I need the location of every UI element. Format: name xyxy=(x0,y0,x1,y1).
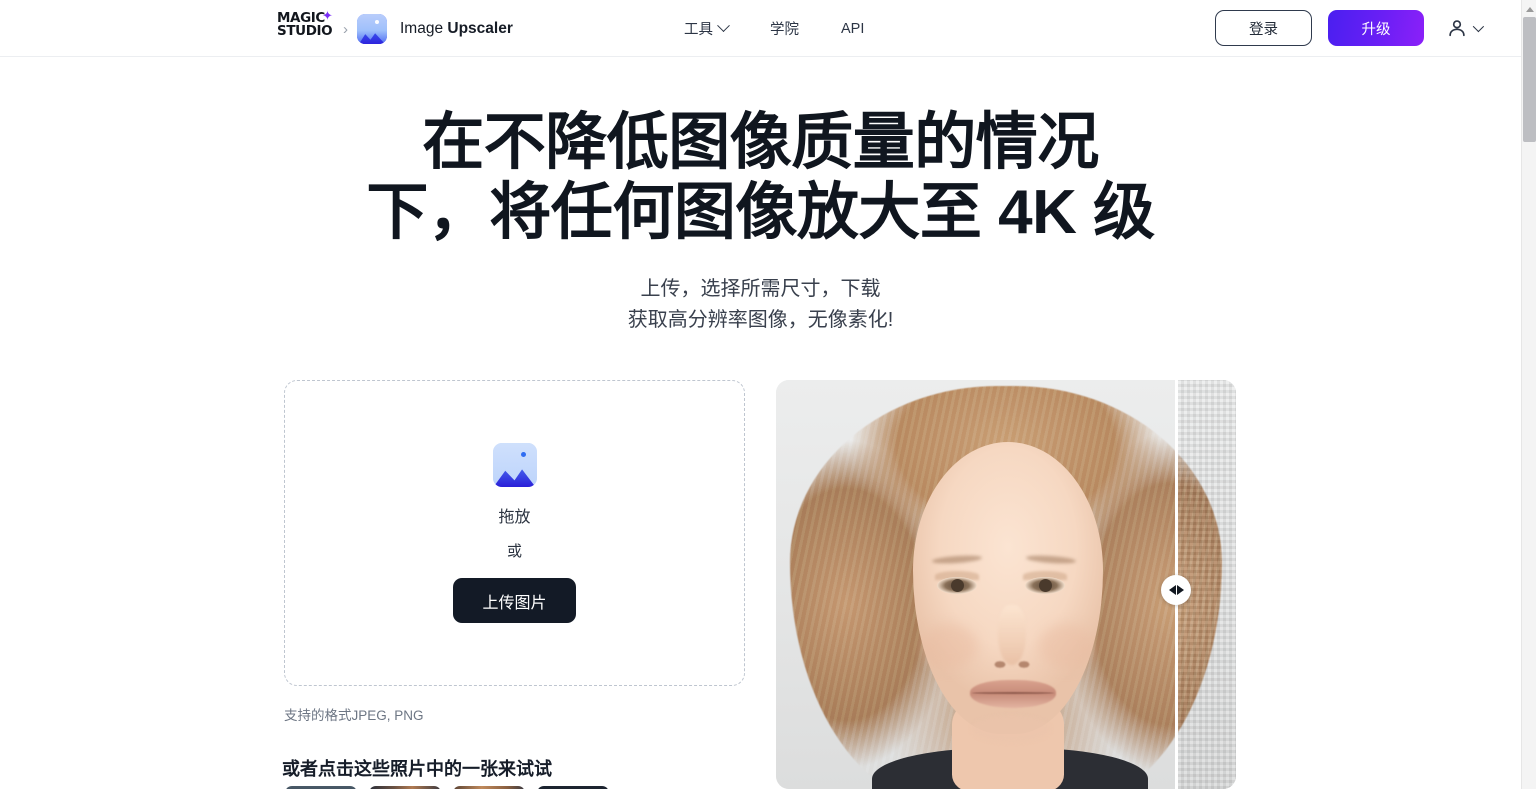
pupil-left xyxy=(951,579,964,592)
image-placeholder-icon xyxy=(492,443,537,487)
page-title: 在不降低图像质量的情况 下，将任何图像放大至 4K 级 xyxy=(0,108,1521,248)
nav-academy-label: 学院 xyxy=(770,22,799,38)
logo-line-2: STUDIO xyxy=(277,23,333,39)
triangle-up-icon xyxy=(1525,6,1534,12)
chevron-down-icon xyxy=(717,19,730,33)
login-button[interactable]: 登录 xyxy=(1215,10,1312,46)
nav-tools-label: 工具 xyxy=(684,22,713,38)
nav-item-tools[interactable]: 工具 xyxy=(684,18,730,39)
site-header: MAGIC STUDIO ✦ › Image Upscaler 工具 学院 AP… xyxy=(0,0,1521,57)
chin xyxy=(972,716,1050,742)
upload-dropzone[interactable]: 拖放 或 上传图片 xyxy=(284,380,745,686)
lip-line xyxy=(972,692,1054,694)
magic-studio-logo[interactable]: MAGIC STUDIO ✦ xyxy=(277,8,339,46)
nav-api-label: API xyxy=(841,20,865,37)
page-title-line-1: 在不降低图像质量的情况 xyxy=(422,108,1099,177)
cheek-left xyxy=(922,624,978,668)
user-icon xyxy=(1449,20,1465,37)
brand-breadcrumb: MAGIC STUDIO ✦ › Image Upscaler xyxy=(277,8,513,46)
page-subtitle-line-2: 获取高分辨率图像，无像素化! xyxy=(627,309,894,331)
eye-right xyxy=(1025,577,1065,594)
app-icon-sun xyxy=(375,20,379,24)
scrollbar-thumb[interactable] xyxy=(1523,17,1536,142)
dropzone-or-label: 或 xyxy=(506,543,522,560)
page-scrollbar[interactable] xyxy=(1521,0,1536,789)
comparison-slider-handle[interactable] xyxy=(1161,575,1191,605)
lips xyxy=(970,680,1056,708)
pupil-right xyxy=(1039,579,1052,592)
page-subtitle-line-1: 上传，选择所需尺寸，下载 xyxy=(640,278,881,300)
app-title-bold: Upscaler xyxy=(447,20,513,37)
sparkle-icon: ✦ xyxy=(322,8,333,23)
dz-icon-sun xyxy=(520,452,526,457)
nose xyxy=(998,605,1026,665)
page-root: MAGIC STUDIO ✦ › Image Upscaler 工具 学院 AP… xyxy=(0,0,1536,789)
upgrade-button[interactable]: 升级 xyxy=(1328,10,1424,46)
app-title-light: Image xyxy=(400,20,448,37)
main-nav: 工具 学院 API xyxy=(684,0,864,57)
image-upscaler-app-icon xyxy=(357,14,387,44)
arrow-left-icon xyxy=(1168,585,1176,595)
before-after-comparison[interactable] xyxy=(776,380,1236,789)
nav-item-api[interactable]: API xyxy=(841,21,864,37)
chevron-down-icon xyxy=(1472,20,1485,33)
account-menu[interactable] xyxy=(1446,17,1485,39)
upload-image-button[interactable]: 上传图片 xyxy=(453,578,576,623)
supported-formats-note: 支持的格式JPEG, PNG xyxy=(284,708,424,723)
cheek-right xyxy=(1038,624,1094,668)
page-subtitle: 上传，选择所需尺寸，下载 获取高分辨率图像，无像素化! xyxy=(0,274,1521,336)
page-title-line-2: 下，将任何图像放大至 4K 级 xyxy=(366,178,1155,247)
sample-photos-title: 或者点击这些照片中的一张来试试 xyxy=(282,759,552,779)
arrow-right-icon xyxy=(1176,585,1184,595)
chevron-right-icon: › xyxy=(343,20,348,38)
scroll-up-button[interactable] xyxy=(1522,2,1536,16)
nav-item-academy[interactable]: 学院 xyxy=(770,18,799,39)
dropzone-drag-label: 拖放 xyxy=(498,509,531,526)
eye-left xyxy=(937,577,977,594)
header-actions: 登录 升级 xyxy=(1215,10,1485,46)
app-title: Image Upscaler xyxy=(400,20,513,38)
nostrils xyxy=(992,660,1032,669)
